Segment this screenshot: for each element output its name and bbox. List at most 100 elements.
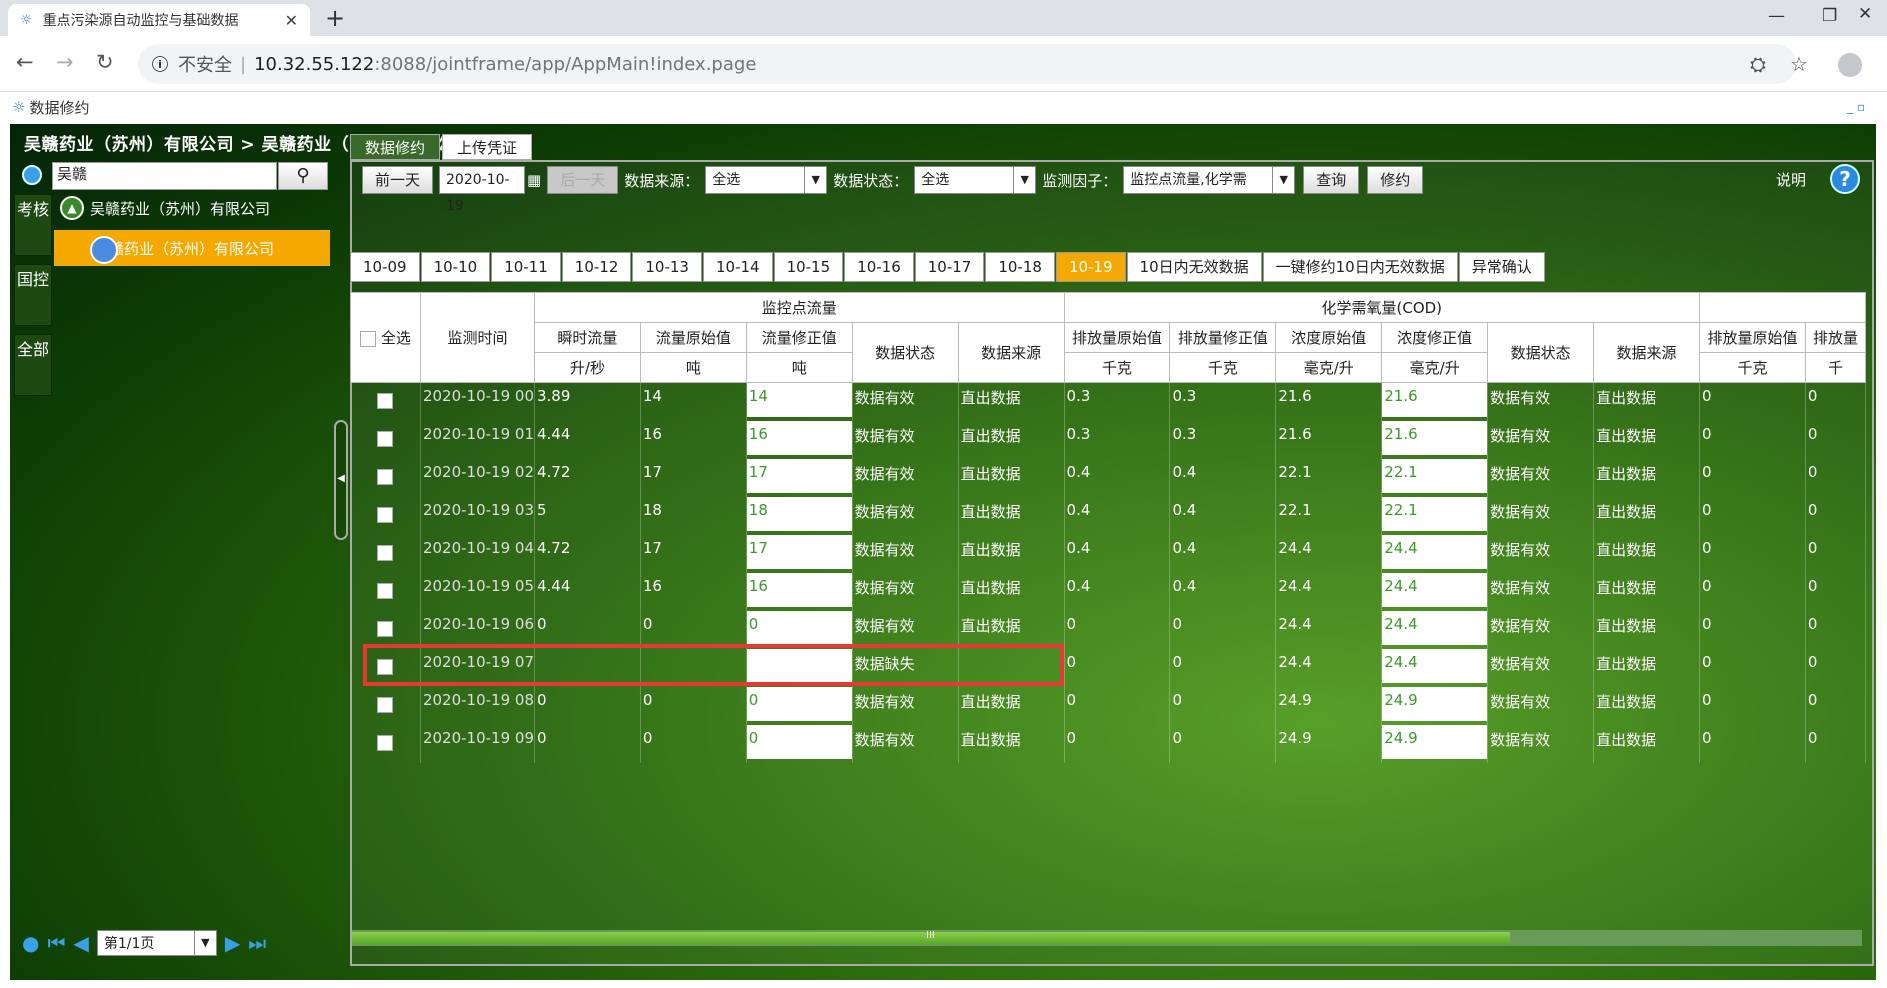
revise-input[interactable]: 21.6 [1382,420,1487,455]
first-page-icon[interactable]: ⏮ [47,931,65,955]
extension-icon[interactable]: ⛭ [1750,52,1766,76]
prev-page-icon[interactable]: ◀ [73,931,88,955]
next-day-button[interactable]: 后一天 [547,166,619,194]
status-select[interactable]: 全选 ▼ [914,166,1037,194]
revise-input[interactable]: 21.6 [1382,383,1487,417]
revise-input[interactable]: 24.9 [1382,686,1487,721]
restore-icon[interactable]: ❐ [1822,6,1837,26]
revise-input[interactable]: 17 [746,458,852,493]
row-checkbox-cell[interactable] [350,572,421,611]
revise-input[interactable]: 22.1 [1382,496,1487,531]
revise-input[interactable]: 14 [746,383,852,417]
row-checkbox[interactable] [376,620,393,637]
table-cell[interactable]: 18 [746,496,853,535]
vtab-guokong[interactable]: 国控 [14,264,52,326]
one-click-revise-tab[interactable]: 一键修约10日内无效数据 [1262,252,1458,282]
row-checkbox-cell[interactable] [350,420,421,459]
date-tab[interactable]: 10-09 [350,252,420,282]
url-field[interactable]: i 不安全 | 10.32.55.122 :8088/jointframe/ap… [138,44,1796,84]
row-checkbox-cell[interactable] [350,534,421,573]
table-cell[interactable]: 24.9 [1381,724,1489,763]
help-icon[interactable]: ? [1830,164,1861,194]
row-checkbox-cell[interactable] [350,382,421,421]
tab-upload-proof[interactable]: 上传凭证 [442,134,533,160]
table-cell[interactable]: 22.1 [1381,458,1489,497]
back-icon[interactable]: ← [16,50,34,74]
select-all-header[interactable]: 全选 [350,292,421,383]
query-button[interactable]: 查询 [1303,166,1360,194]
prev-day-button[interactable]: 前一天 [362,166,434,194]
row-checkbox[interactable] [376,393,393,409]
select-all-checkbox[interactable] [360,330,377,347]
vtab-quanbu[interactable]: 全部 [14,334,52,396]
revise-input[interactable]: 24.4 [1382,648,1487,683]
row-checkbox[interactable] [376,468,393,485]
revise-input[interactable]: 22.1 [1382,458,1487,493]
date-tab[interactable]: 10-12 [561,252,632,282]
browser-tab[interactable]: ☼ 重点污染源自动监控与基础数据 ✕ [8,4,310,36]
row-checkbox-cell[interactable] [350,496,421,535]
table-cell[interactable]: 0 [746,686,853,725]
search-button[interactable]: ⚲ [278,162,328,190]
date-tab[interactable]: 10-15 [773,252,844,282]
table-cell[interactable]: 22.1 [1381,496,1489,535]
forward-icon[interactable]: → [56,50,74,74]
date-tab[interactable]: 10-11 [491,252,561,282]
revise-input[interactable]: 24.4 [1382,534,1487,569]
table-cell[interactable]: 24.4 [1381,572,1489,611]
calendar-icon[interactable]: ▦ [527,171,541,189]
row-checkbox-cell[interactable] [350,686,421,725]
date-tab[interactable]: 10-17 [914,252,985,282]
date-tab[interactable]: 10-14 [702,252,773,282]
table-cell[interactable]: 24.4 [1381,610,1489,649]
anomaly-confirm-tab[interactable]: 异常确认 [1458,252,1545,282]
revise-input[interactable]: 18 [746,496,852,531]
revise-input[interactable]: 0 [746,724,852,759]
revise-input[interactable]: 17 [746,534,852,569]
row-checkbox[interactable] [376,544,393,561]
collapse-handle[interactable]: ◀ [334,420,348,540]
refresh-icon[interactable]: ● [22,931,39,955]
revise-input[interactable]: 16 [746,420,852,455]
revise-input[interactable]: 24.4 [1382,610,1487,645]
profile-avatar[interactable] [1838,53,1862,77]
date-tab[interactable]: 10-18 [985,252,1055,282]
revise-input[interactable]: 0 [746,686,852,721]
tab-data-revise[interactable]: 数据修约 [350,134,441,160]
row-checkbox-cell[interactable] [350,610,421,649]
table-cell[interactable]: 14 [746,382,853,421]
last-page-icon[interactable]: ⏭ [248,931,266,955]
row-checkbox[interactable] [376,696,393,713]
table-cell[interactable]: 21.6 [1381,420,1489,459]
row-checkbox[interactable] [376,430,393,447]
row-checkbox-cell[interactable] [350,458,421,497]
minimize-icon[interactable]: — [1768,6,1785,26]
source-select[interactable]: 全选 ▼ [705,166,828,194]
table-cell[interactable]: 0 [746,724,853,763]
revise-button[interactable]: 修约 [1367,166,1424,194]
next-page-icon[interactable]: ▶ [225,931,240,955]
date-tab[interactable]: 10-13 [632,252,702,282]
row-checkbox[interactable] [376,734,393,751]
window-controls-icon[interactable]: _ ▫ [1847,100,1865,114]
row-checkbox[interactable] [376,506,393,523]
factor-select[interactable]: 监控点流量,化学需 ▼ [1123,166,1296,194]
date-tab[interactable]: 10-10 [420,252,491,282]
date-tab[interactable]: 10-16 [844,252,914,282]
table-cell[interactable]: 21.6 [1381,382,1489,421]
close-tab-icon[interactable]: ✕ [285,11,298,30]
search-input[interactable]: 吴赣 [52,162,277,190]
table-cell[interactable]: 17 [746,458,853,497]
horizontal-scrollbar[interactable]: III [352,930,1862,946]
date-field[interactable]: 2020-10-19 [439,166,526,214]
info-icon[interactable]: i [152,56,168,72]
table-cell[interactable]: 24.4 [1381,648,1489,687]
locate-icon[interactable] [22,165,42,185]
page-select[interactable]: 第1/1页 ▼ [96,930,217,956]
table-cell[interactable]: 24.4 [1381,534,1489,573]
table-cell[interactable]: 16 [746,420,853,459]
date-tab-active[interactable]: 10-19 [1055,252,1126,282]
tree-root-node[interactable]: ▲ 吴赣药业（苏州）有限公司 [60,196,270,220]
table-cell[interactable]: 16 [746,572,853,611]
invalid-10d-tab[interactable]: 10日内无效数据 [1126,252,1262,282]
